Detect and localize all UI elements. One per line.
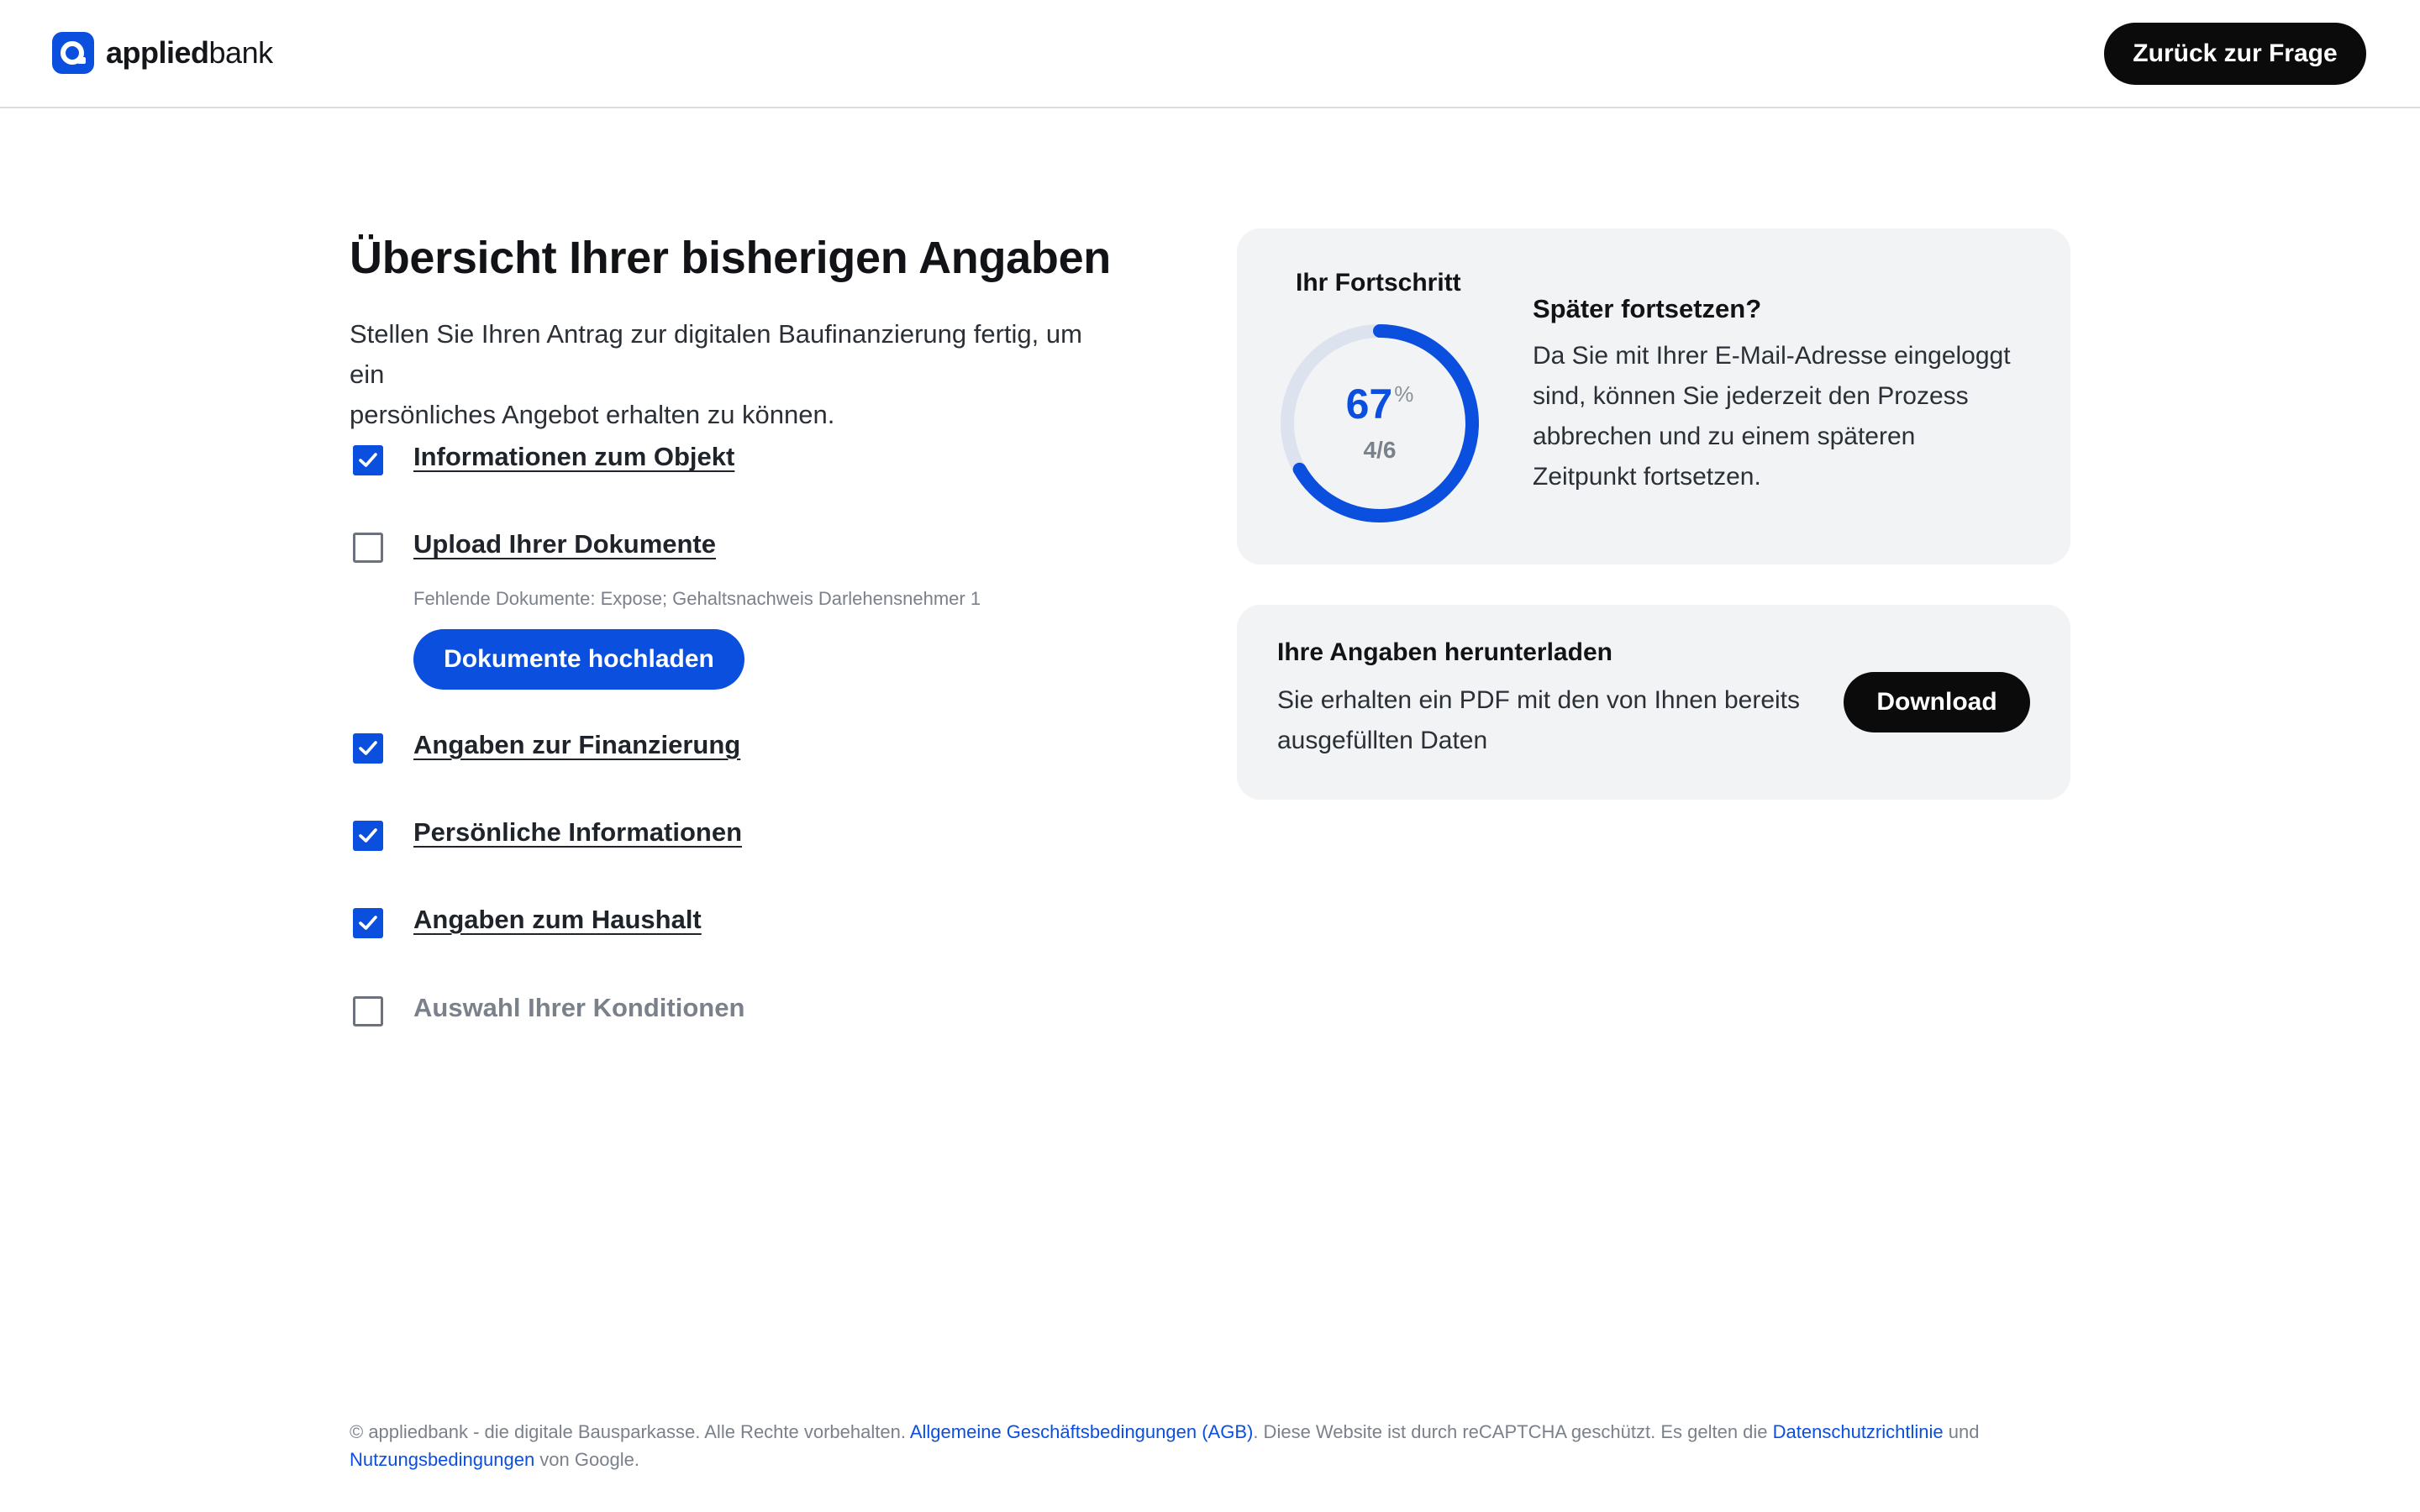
logo-wordmark: appliedbank [106, 35, 273, 70]
page-footer: © appliedbank - die digitale Bausparkass… [350, 1421, 1980, 1470]
continue-later-text: Da Sie mit Ihrer E-Mail-Adresse eingelog… [1533, 342, 2011, 491]
progress-percent: 67% [1345, 381, 1414, 428]
download-title: Ihre Angaben herunterladen [1277, 638, 1612, 666]
missing-documents-note: Fehlende Dokumente: Expose; Gehaltsnachw… [413, 588, 981, 609]
progress-donut: 67% 4/6 [1276, 319, 1484, 528]
step-checkbox-checked [353, 733, 383, 764]
continue-later-title: Später fortsetzen? [1533, 294, 1762, 323]
step-checkbox-checked [353, 821, 383, 851]
step-label-conditions: Auswahl Ihrer Konditionen [413, 993, 745, 1022]
terms-of-use-link[interactable]: Nutzungsbedingungen [350, 1449, 534, 1470]
step-label-financing[interactable]: Angaben zur Finanzierung [413, 730, 740, 760]
progress-card: Ihr Fortschritt 67% 4/6 Später fortsetze… [1237, 228, 2070, 564]
download-description: Sie erhalten ein PDF mit den von Ihnen b… [1277, 686, 1801, 754]
upload-documents-button[interactable]: Dokumente hochladen [413, 629, 744, 690]
download-card: Ihre Angaben herunterladen Sie erhalten … [1237, 605, 2070, 800]
page-title: Übersicht Ihrer bisherigen Angaben [350, 233, 1111, 283]
checkmark-icon [359, 828, 377, 843]
step-checkbox-unchecked [353, 996, 383, 1026]
progress-label: Ihr Fortschritt [1296, 269, 1461, 297]
back-to-question-button[interactable]: Zurück zur Frage [2104, 23, 2366, 85]
step-label-document-upload[interactable]: Upload Ihrer Dokumente [413, 529, 716, 559]
step-label-household[interactable]: Angaben zum Haushalt [413, 905, 702, 935]
agb-link[interactable]: Allgemeine Geschäftsbedingungen (AGB) [910, 1421, 1253, 1442]
applied-bank-logo-icon [52, 32, 94, 74]
step-checkbox-checked [353, 445, 383, 475]
applied-bank-logo[interactable]: appliedbank [52, 32, 273, 74]
progress-fraction: 4/6 [1363, 437, 1397, 463]
checkmark-icon [359, 453, 377, 467]
step-checkbox-checked [353, 908, 383, 938]
step-checkbox-unchecked [353, 533, 383, 563]
top-header: appliedbank Zurück zur Frage [0, 0, 2420, 108]
privacy-policy-link[interactable]: Datenschutzrichtlinie [1773, 1421, 1944, 1442]
checkmark-icon [359, 916, 377, 930]
step-label-object-info[interactable]: Informationen zum Objekt [413, 442, 734, 472]
download-button[interactable]: Download [1844, 672, 2030, 732]
intro-text: Stellen Sie Ihren Antrag zur digitalen B… [350, 319, 1082, 429]
step-label-personal-info[interactable]: Persönliche Informationen [413, 817, 742, 848]
checkmark-icon [359, 741, 377, 755]
